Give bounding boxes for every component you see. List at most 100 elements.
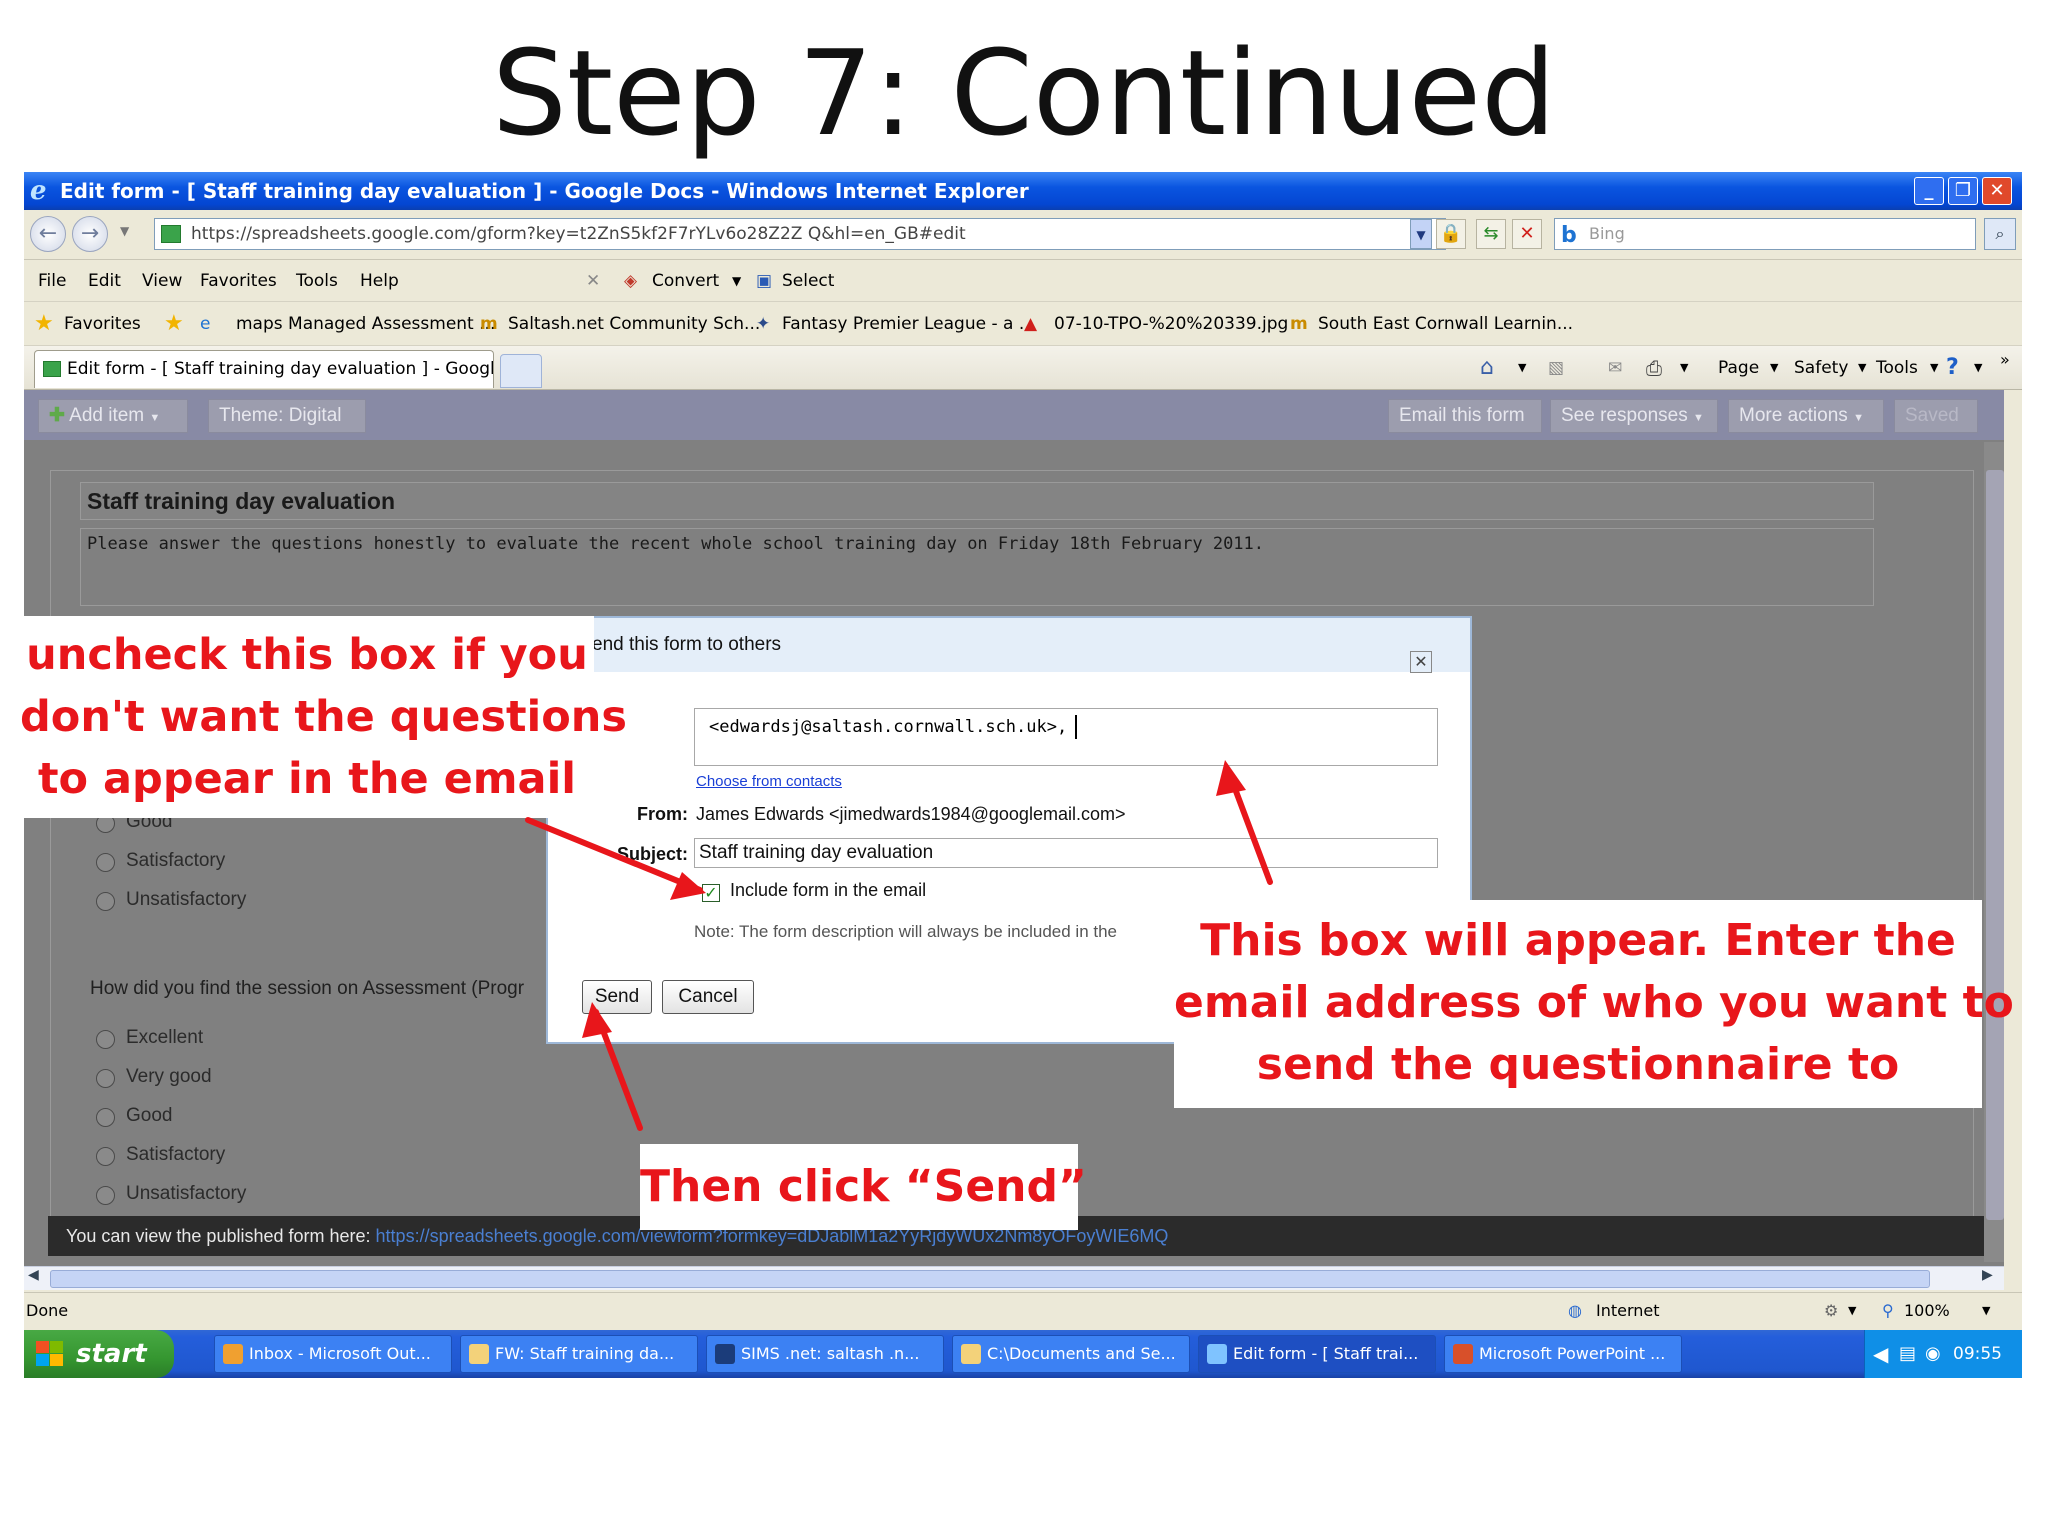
radio-q1-satisfactory[interactable] [96, 853, 115, 872]
address-row: ← → ▼ https://spreadsheets.google.com/gf… [24, 210, 2022, 260]
option-label: Excellent [126, 1027, 204, 1048]
task-edit-form[interactable]: Edit form - [ Staff trai... [1198, 1335, 1436, 1373]
favorite-link-1[interactable]: maps Managed Assessment ... [236, 302, 495, 346]
maximize-button[interactable]: ❐ [1948, 177, 1978, 205]
protected-mode-icon[interactable]: ⚙ [1824, 1293, 1838, 1329]
print-icon[interactable]: ⎙ [1646, 346, 1662, 390]
address-bar[interactable]: https://spreadsheets.google.com/gform?ke… [154, 218, 1446, 250]
status-zoom[interactable]: 100% [1904, 1293, 1950, 1329]
to-input[interactable]: <edwardsj@saltash.cornwall.sch.uk>, [694, 708, 1438, 766]
saltash-icon: m [480, 314, 498, 334]
search-button[interactable]: ⌕ [1984, 218, 2016, 250]
more-actions-button[interactable]: More actions ▼ [1728, 399, 1884, 433]
form-scrollbar-thumb[interactable] [1986, 470, 2004, 1220]
start-button[interactable]: start [24, 1330, 174, 1378]
close-toolbar-icon[interactable]: ✕ [586, 260, 600, 302]
safety-menu[interactable]: Safety [1794, 346, 1848, 390]
favorite-link-3[interactable]: Fantasy Premier League - a ... [782, 302, 1035, 346]
menu-file[interactable]: File [38, 260, 66, 302]
see-responses-button[interactable]: See responses ▼ [1550, 399, 1718, 433]
menu-help[interactable]: Help [360, 260, 399, 302]
protected-dropdown-icon[interactable]: ▼ [1848, 1293, 1856, 1329]
lock-icon[interactable]: 🔒 [1436, 219, 1466, 249]
email-form-button[interactable]: Email this form [1388, 399, 1542, 433]
search-input[interactable]: b Bing [1554, 218, 1976, 250]
horizontal-scrollbar[interactable]: ◀ ▶ [24, 1266, 2004, 1290]
close-window-button[interactable]: ✕ [1982, 177, 2012, 205]
add-item-button[interactable]: ✚ Add item ▼ [38, 399, 188, 433]
address-text: https://spreadsheets.google.com/gform?ke… [191, 224, 966, 244]
address-dropdown-icon[interactable]: ▼ [1410, 219, 1432, 249]
menu-view[interactable]: View [142, 260, 182, 302]
task-outlook[interactable]: Inbox - Microsoft Out... [214, 1335, 452, 1373]
send-button[interactable]: Send [582, 980, 652, 1014]
favorite-link-5[interactable]: South East Cornwall Learnin... [1318, 302, 1573, 346]
published-text: You can view the published form here: [66, 1226, 371, 1246]
radio-q2-unsatisfactory[interactable] [96, 1186, 115, 1205]
page-menu[interactable]: Page [1718, 346, 1759, 390]
tray-expand-icon[interactable]: ◀ [1873, 1330, 1888, 1378]
choose-from-contacts-link[interactable]: Choose from contacts [696, 773, 842, 790]
favorites-button[interactable]: Favorites [64, 302, 141, 346]
dialog-close-icon[interactable]: ✕ [1410, 651, 1432, 673]
tab-edit-form[interactable]: Edit form - [ Staff training day evaluat… [34, 350, 494, 388]
stop-icon[interactable]: ✕ [1512, 219, 1542, 249]
radio-q1-unsatisfactory[interactable] [96, 892, 115, 911]
chevron-more-icon[interactable]: » [2000, 338, 2010, 382]
clock: 09:55 [1953, 1344, 2002, 1364]
new-tab-button[interactable] [500, 354, 542, 388]
add-favorite-icon[interactable]: ★ [164, 302, 184, 346]
minimize-button[interactable]: _ [1914, 177, 1944, 205]
feeds-icon[interactable]: ▧ [1548, 346, 1564, 390]
subject-label: Subject: [616, 844, 688, 864]
page-scrollbar[interactable] [2004, 390, 2022, 1266]
task-label: Edit form - [ Staff trai... [1233, 1344, 1419, 1363]
scroll-left-icon[interactable]: ◀ [28, 1267, 39, 1283]
network-icon[interactable]: ▤ [1899, 1330, 1916, 1378]
horizontal-scrollbar-thumb[interactable] [50, 1270, 1930, 1288]
radio-q2-good[interactable] [96, 1108, 115, 1127]
forward-button[interactable]: → [72, 216, 108, 252]
radio-q2-very-good[interactable] [96, 1069, 115, 1088]
task-documents[interactable]: C:\Documents and Se... [952, 1335, 1190, 1373]
help-dropdown-icon[interactable]: ▼ [1974, 346, 1982, 390]
back-button[interactable]: ← [30, 216, 66, 252]
history-dropdown-icon[interactable]: ▼ [120, 224, 129, 238]
task-sims[interactable]: SIMS .net: saltash .n... [706, 1335, 944, 1373]
favorites-star-icon: ★ [34, 311, 54, 336]
convert-dropdown-icon[interactable]: ▼ [732, 260, 741, 302]
favorites-bar: ★ Favorites ★ e maps Managed Assessment … [24, 302, 2022, 346]
mail-icon[interactable]: ✉ [1608, 346, 1622, 390]
title-bar[interactable]: e Edit form - [ Staff training day evalu… [24, 172, 2022, 210]
menu-favorites[interactable]: Favorites [200, 260, 277, 302]
home-dropdown-icon[interactable]: ▼ [1518, 346, 1526, 390]
help-icon[interactable]: ? [1946, 346, 1959, 390]
refresh-icon[interactable]: ⇆ [1476, 219, 1506, 249]
favorite-link-2[interactable]: Saltash.net Community Sch... [508, 302, 760, 346]
task-fw-email[interactable]: FW: Staff training da... [460, 1335, 698, 1373]
select-button[interactable]: Select [782, 260, 834, 302]
page-favicon-icon [161, 225, 181, 243]
menu-edit[interactable]: Edit [88, 260, 121, 302]
form-title[interactable]: Staff training day evaluation [80, 482, 1874, 520]
scroll-right-icon[interactable]: ▶ [1982, 1267, 1993, 1283]
theme-button[interactable]: Theme: Digital [208, 399, 366, 433]
include-form-checkbox[interactable]: ✓ [702, 884, 720, 902]
task-powerpoint[interactable]: Microsoft PowerPoint ... [1444, 1335, 1682, 1373]
menu-tools[interactable]: Tools [296, 260, 338, 302]
form-description[interactable]: Please answer the questions honestly to … [80, 528, 1874, 606]
volume-icon[interactable]: ◉ [1925, 1330, 1941, 1378]
radio-q2-excellent[interactable] [96, 1030, 115, 1049]
cancel-button[interactable]: Cancel [662, 980, 754, 1014]
form-scrollbar[interactable] [1984, 442, 2006, 1262]
email-icon [469, 1344, 489, 1364]
theme-value: Digital [288, 405, 342, 426]
convert-button[interactable]: Convert [652, 260, 719, 302]
home-icon[interactable]: ⌂ [1480, 346, 1494, 390]
radio-q2-satisfactory[interactable] [96, 1147, 115, 1166]
print-dropdown-icon[interactable]: ▼ [1680, 346, 1688, 390]
favorite-link-4[interactable]: 07-10-TPO-%20%20339.jpg [1054, 302, 1288, 346]
subject-input[interactable]: Staff training day evaluation [694, 838, 1438, 868]
zoom-dropdown-icon[interactable]: ▼ [1982, 1293, 1990, 1329]
tools-menu[interactable]: Tools [1876, 346, 1918, 390]
